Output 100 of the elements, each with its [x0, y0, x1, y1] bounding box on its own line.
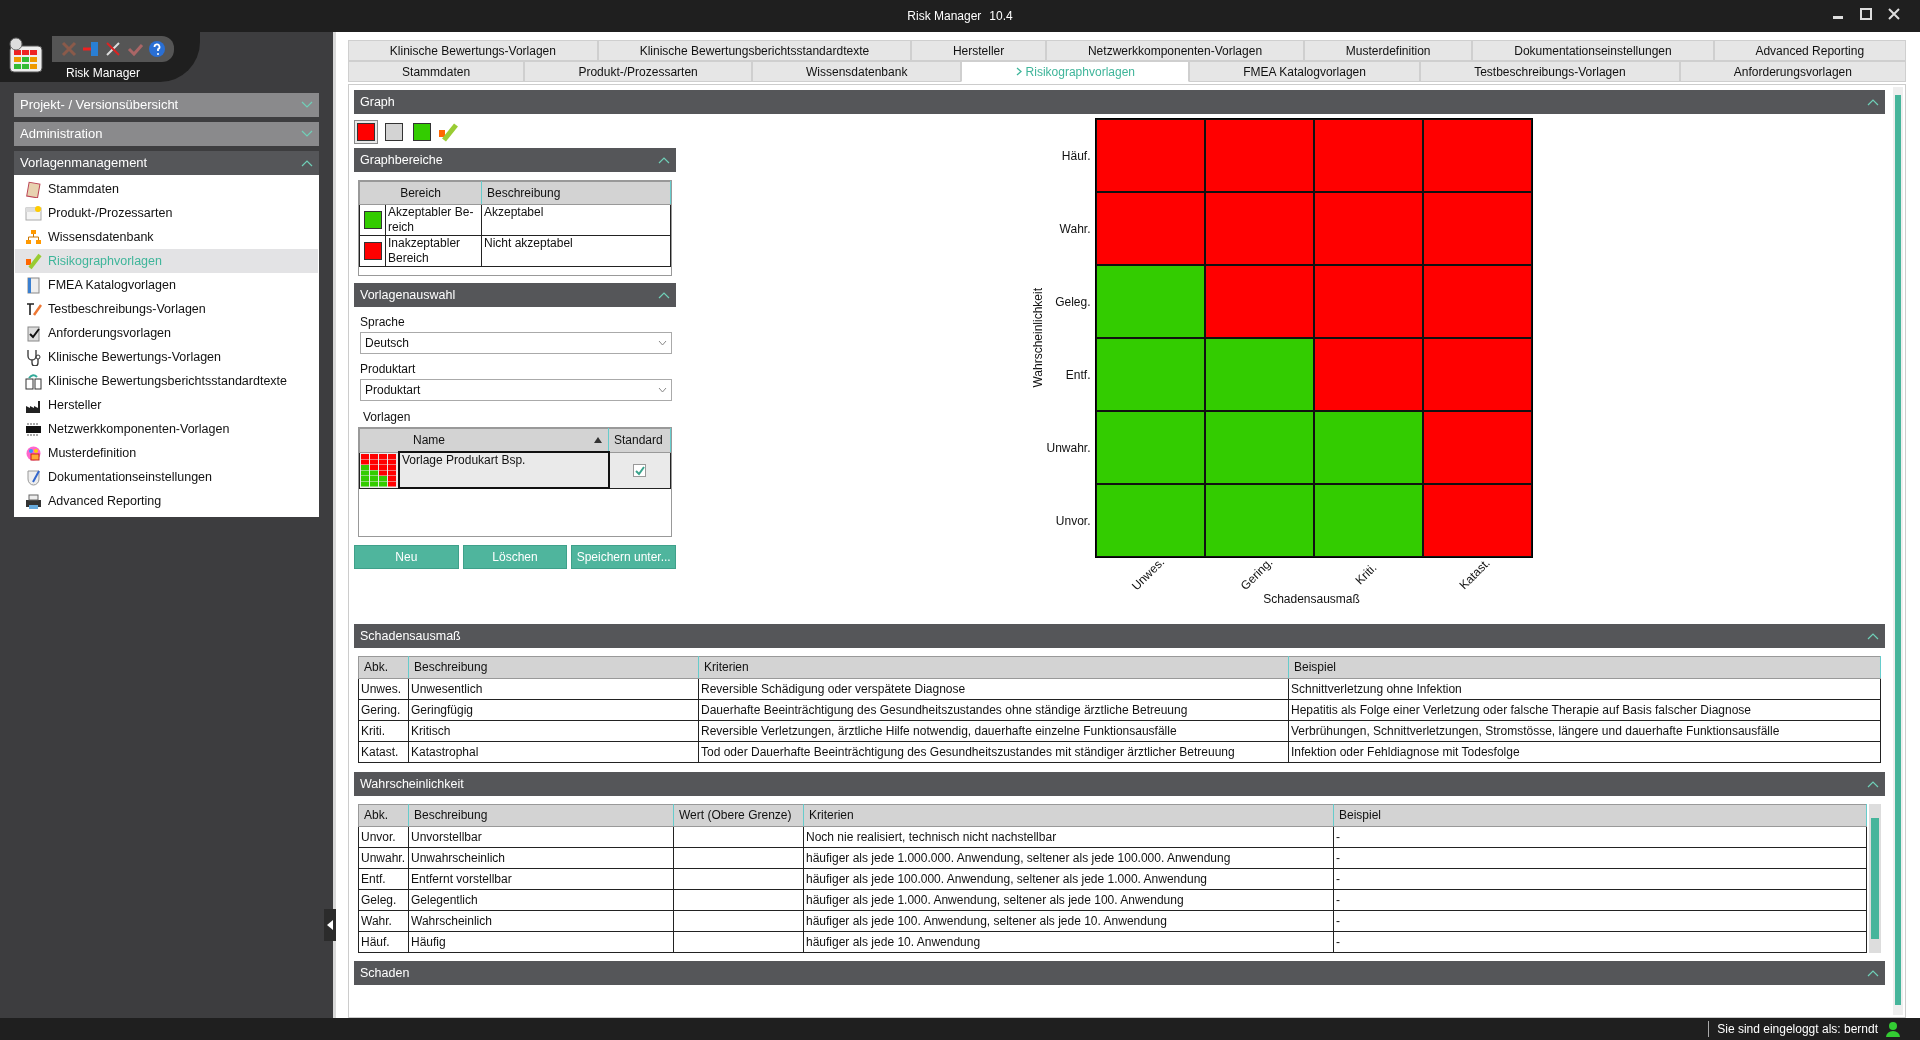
accordion-header[interactable]: Vorlagenmanagement: [14, 151, 319, 175]
collapse-icon[interactable]: [658, 291, 670, 299]
risk-cell[interactable]: [1095, 265, 1205, 338]
risk-cell[interactable]: [1422, 411, 1532, 484]
table-cell: -: [1336, 914, 1340, 928]
collapse-handle[interactable]: [324, 909, 336, 941]
section-header[interactable]: Wahrscheinlichkeit: [354, 772, 1885, 796]
tab[interactable]: Musterdefinition: [1303, 40, 1473, 61]
column-header[interactable]: Beschreibung: [408, 656, 699, 679]
risk-cell[interactable]: [1313, 265, 1423, 338]
tab[interactable]: Produkt-/Prozessarten: [524, 61, 752, 82]
tab[interactable]: Dokumentationseinstellungen: [1472, 40, 1714, 61]
column-header[interactable]: Wert (Obere Grenze): [673, 804, 804, 827]
tab[interactable]: Hersteller: [911, 40, 1047, 61]
risk-cell[interactable]: [1422, 192, 1532, 265]
risk-cell[interactable]: [1095, 484, 1205, 557]
section-header[interactable]: Graph: [354, 90, 1885, 114]
column-header[interactable]: Bereich: [359, 181, 482, 205]
column-header[interactable]: Beispiel: [1288, 656, 1881, 679]
section-title: Vorlagenmanagement: [20, 154, 148, 173]
section-header[interactable]: Schaden: [354, 961, 1885, 985]
collapse-icon[interactable]: [1867, 969, 1879, 977]
color-swatch-button[interactable]: [354, 120, 378, 144]
tab[interactable]: Testbeschreibungs-Vorlagen: [1420, 61, 1680, 82]
sidebar-item[interactable]: Stammdaten: [15, 177, 318, 201]
tools-icon[interactable]: [104, 40, 122, 58]
scrollbar[interactable]: [1893, 87, 1903, 1015]
dropdown[interactable]: Produktart: [360, 379, 672, 401]
column-header[interactable]: Name: [359, 428, 609, 452]
column-header[interactable]: Beschreibung: [481, 181, 671, 205]
section-header[interactable]: Schadensausmaß: [354, 624, 1885, 648]
risk-cell[interactable]: [1422, 119, 1532, 192]
collapse-icon[interactable]: [1867, 98, 1879, 106]
sidebar-item[interactable]: Advanced Reporting: [15, 489, 318, 513]
tab[interactable]: Klinische Bewertungsberichtsstandardtexte: [597, 40, 911, 61]
risk-cell[interactable]: [1422, 265, 1532, 338]
pencil-chart-icon[interactable]: [438, 122, 458, 142]
risk-cell[interactable]: [1095, 411, 1205, 484]
sidebar-item[interactable]: Klinische Bewertungs-Vorlagen: [15, 345, 318, 369]
risk-cell[interactable]: [1313, 192, 1423, 265]
column-header[interactable]: Abk.: [358, 804, 409, 827]
collapse-icon[interactable]: [658, 156, 670, 164]
column-header[interactable]: Standard: [608, 428, 671, 452]
dropdown[interactable]: Deutsch: [360, 332, 672, 354]
risk-cell[interactable]: [1204, 411, 1314, 484]
column-header[interactable]: Abk.: [358, 656, 409, 679]
collapse-icon[interactable]: [1867, 632, 1879, 640]
tab[interactable]: Wissensdatenbank: [751, 61, 962, 82]
column-header[interactable]: Beispiel: [1333, 804, 1867, 827]
table-cell: Kriti.: [361, 724, 385, 738]
sidebar-item[interactable]: Hersteller: [15, 393, 318, 417]
risk-cell[interactable]: [1204, 484, 1314, 557]
sidebar-item[interactable]: Testbeschreibungs-Vorlagen: [15, 297, 318, 321]
column-header[interactable]: Kriterien: [803, 804, 1334, 827]
tab[interactable]: Anforderungsvorlagen: [1679, 61, 1907, 82]
tab[interactable]: Advanced Reporting: [1713, 40, 1906, 61]
risk-cell[interactable]: [1204, 119, 1314, 192]
risk-cell[interactable]: [1204, 338, 1314, 411]
section-header[interactable]: Graphbereiche: [354, 148, 676, 172]
risk-cell[interactable]: [1204, 265, 1314, 338]
sidebar-item[interactable]: Dokumentationseinstellungen: [15, 465, 318, 489]
section-title: Wahrscheinlichkeit: [360, 775, 464, 793]
tab[interactable]: Stammdaten: [348, 61, 525, 82]
help-icon[interactable]: [148, 40, 166, 58]
column-header[interactable]: Kriterien: [698, 656, 1289, 679]
risk-cell[interactable]: [1313, 338, 1423, 411]
axis-title: Wahrscheinlichkeit: [1029, 288, 1046, 388]
checkbox[interactable]: [633, 463, 647, 477]
sidebar-item[interactable]: Klinische Bewertungsberichtsstandardtexte: [15, 369, 318, 393]
risk-cell[interactable]: [1313, 411, 1423, 484]
sidebar-item[interactable]: Wissensdatenbank: [15, 225, 318, 249]
sidebar-item[interactable]: Netzwerkkomponenten-Vorlagen: [15, 417, 318, 441]
risk-cell[interactable]: [1422, 338, 1532, 411]
maximize-icon[interactable]: [1860, 8, 1872, 20]
tab[interactable]: Klinische Bewertungs-Vorlagen: [348, 40, 598, 61]
collapse-icon[interactable]: [1867, 780, 1879, 788]
risk-cell[interactable]: [1095, 119, 1205, 192]
risk-cell[interactable]: [1422, 484, 1532, 557]
color-swatch-button[interactable]: [382, 120, 406, 144]
risk-cell[interactable]: [1313, 484, 1423, 557]
risk-cell[interactable]: [1204, 192, 1314, 265]
close-icon[interactable]: [1888, 8, 1900, 20]
table-row[interactable]: Vorlage Produkart Bsp.: [359, 452, 671, 488]
sidebar-item[interactable]: Anforderungsvorlagen: [15, 321, 318, 345]
tab[interactable]: Netzwerkkomponenten-Vorlagen: [1046, 40, 1304, 61]
axis-title: Schadensausmaß: [1263, 591, 1360, 608]
collapse-icon[interactable]: [301, 159, 313, 167]
table-cell: Gering.: [361, 703, 401, 717]
risk-cell[interactable]: [1095, 338, 1205, 411]
table-cell: Hepatitis als Folge einer Verletzung oder falsche Therapie auf Basis falscher Diagnose: [1291, 703, 1752, 717]
scrollbar[interactable]: [1869, 804, 1881, 953]
risk-cell[interactable]: [1095, 192, 1205, 265]
section-header[interactable]: Vorlagenauswahl: [354, 283, 676, 307]
color-swatch-button[interactable]: [410, 120, 434, 144]
tab[interactable]: FMEA Katalogvorlagen: [1189, 61, 1421, 82]
sidebar-item[interactable]: Produkt-/Prozessarten: [15, 201, 318, 225]
sidebar-item[interactable]: FMEA Katalogvorlagen: [15, 273, 318, 297]
sidebar-item[interactable]: Musterdefinition: [15, 441, 318, 465]
column-header[interactable]: Beschreibung: [408, 804, 674, 827]
risk-cell[interactable]: [1313, 119, 1423, 192]
